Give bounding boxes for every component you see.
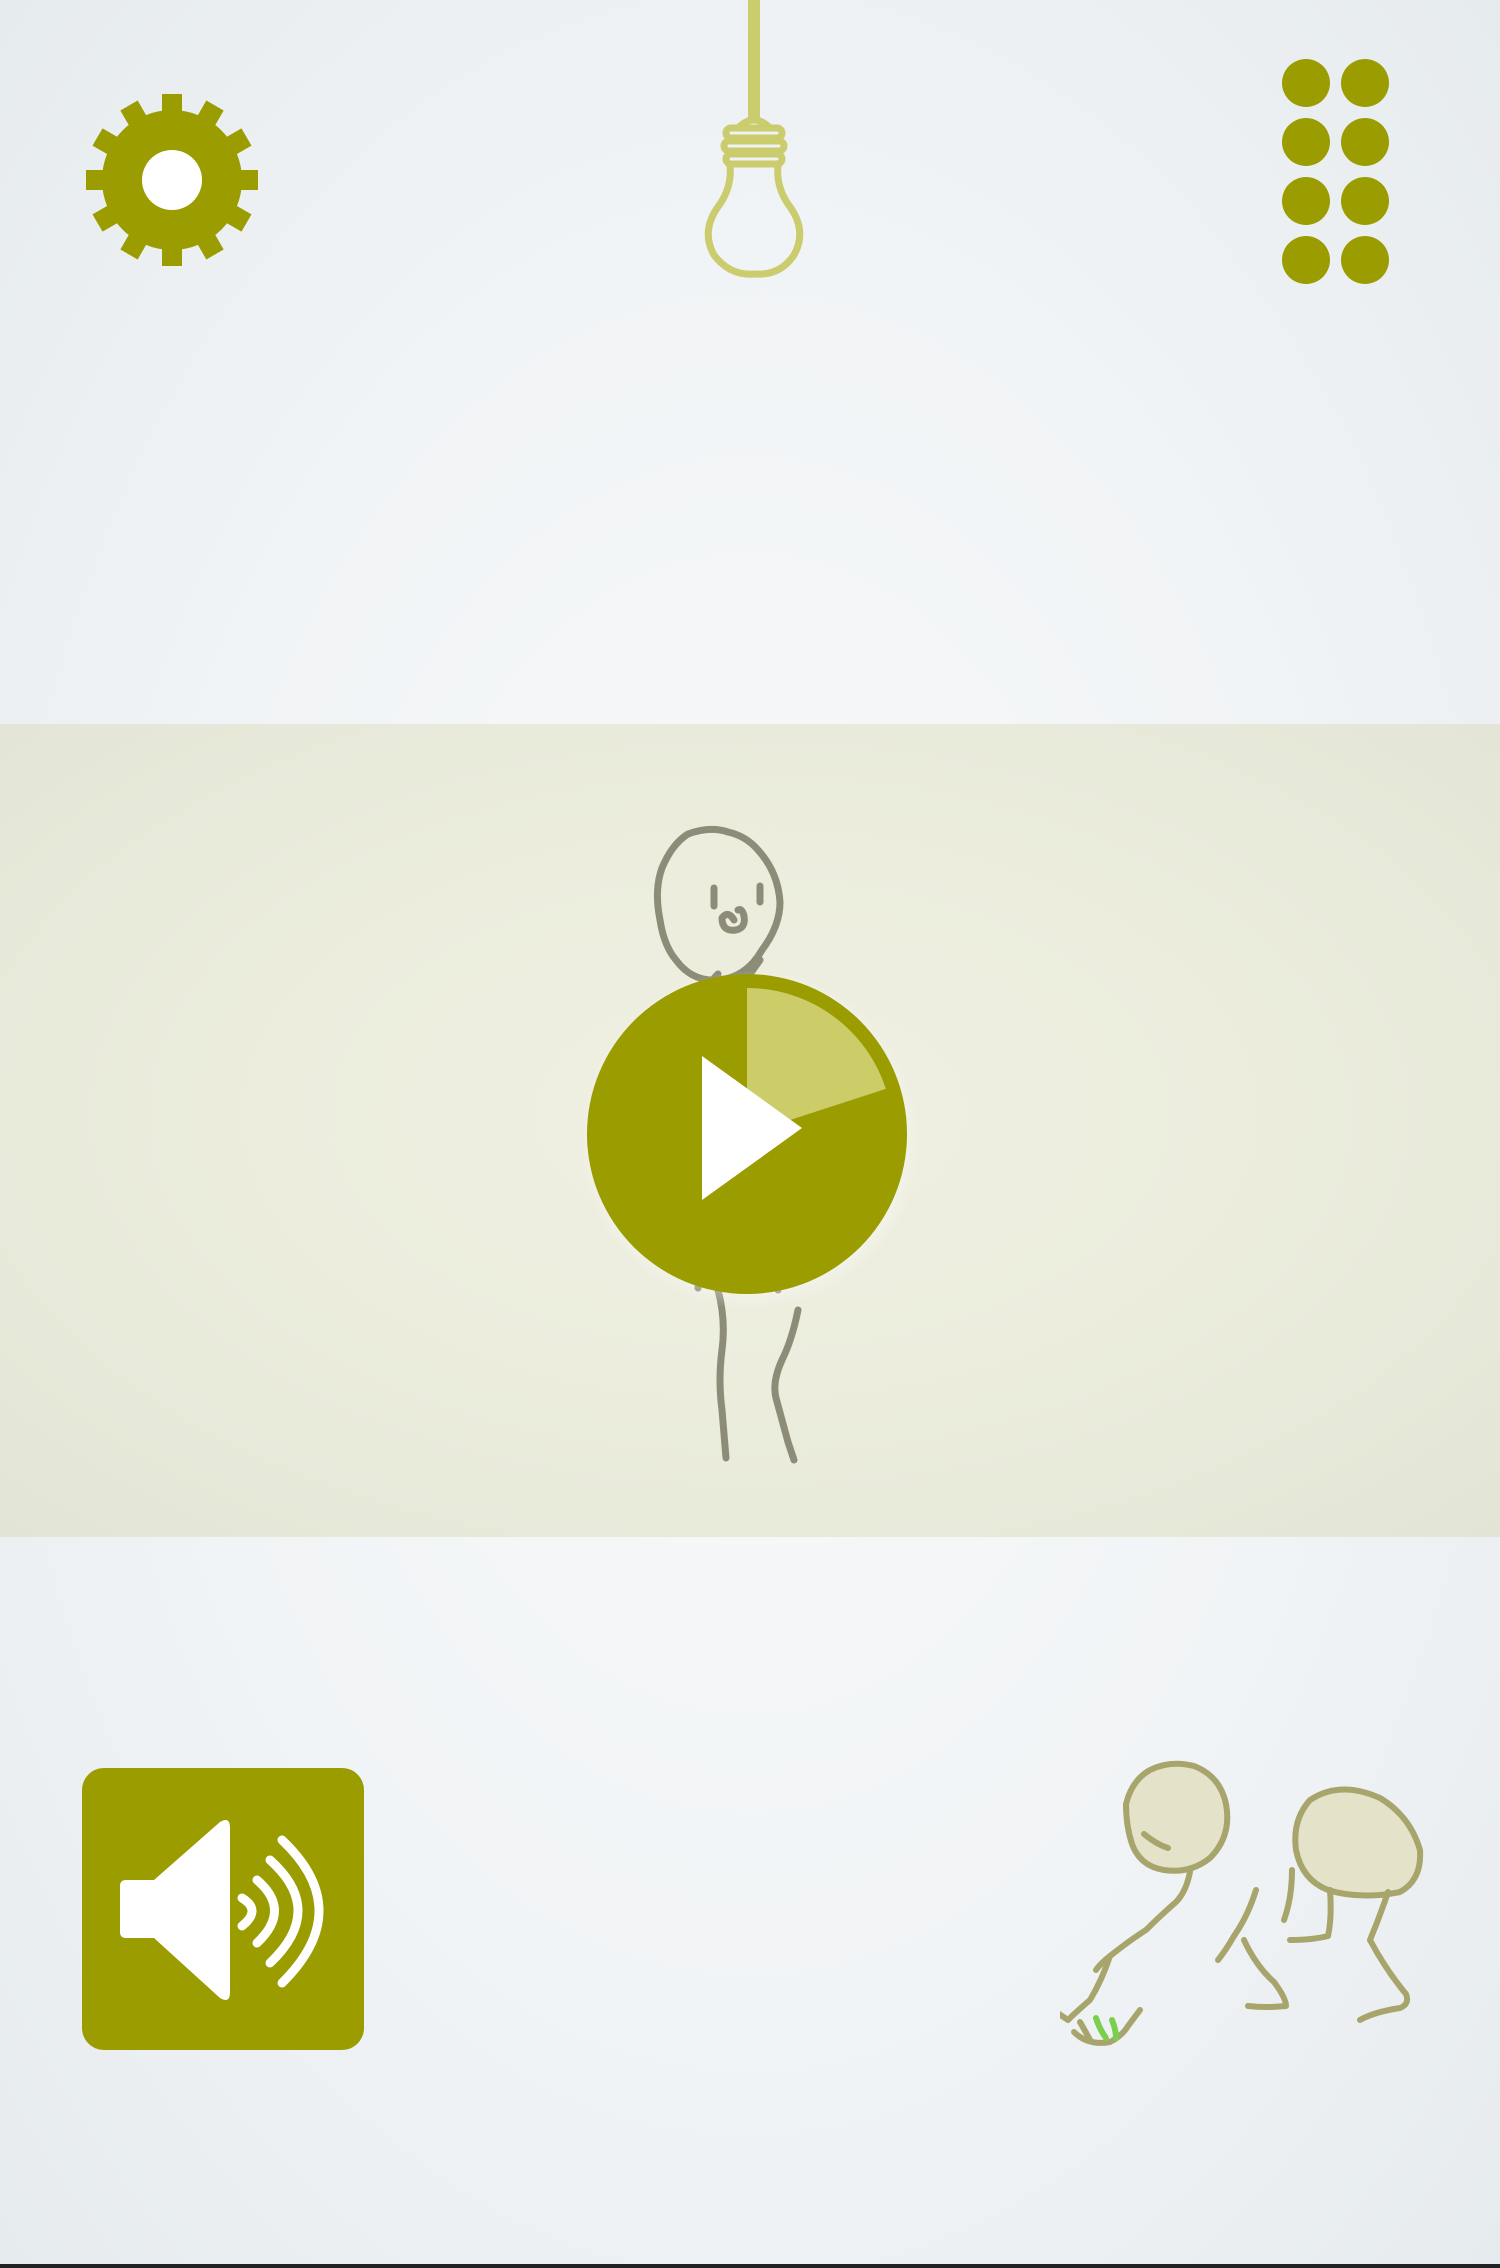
menu-dot <box>1282 177 1330 225</box>
sound-toggle-button[interactable] <box>82 1768 364 2050</box>
menu-dot <box>1341 118 1389 166</box>
menu-dot <box>1341 236 1389 284</box>
menu-dot <box>1341 177 1389 225</box>
gear-tooth <box>86 170 108 190</box>
gear-tooth <box>162 94 182 116</box>
creature-pecking-sprout <box>1060 1760 1424 2046</box>
levels-grid-icon[interactable] <box>1270 55 1400 295</box>
hint-lightbulb-icon[interactable] <box>690 0 820 285</box>
menu-dot <box>1341 59 1389 107</box>
menu-dot <box>1282 59 1330 107</box>
gear-tooth <box>162 244 182 266</box>
gear-tooth <box>236 170 258 190</box>
play-button[interactable] <box>580 970 920 1310</box>
settings-gear-icon[interactable] <box>82 90 262 270</box>
bottom-edge <box>0 2264 1500 2268</box>
menu-dot <box>1282 236 1330 284</box>
menu-dot <box>1282 118 1330 166</box>
